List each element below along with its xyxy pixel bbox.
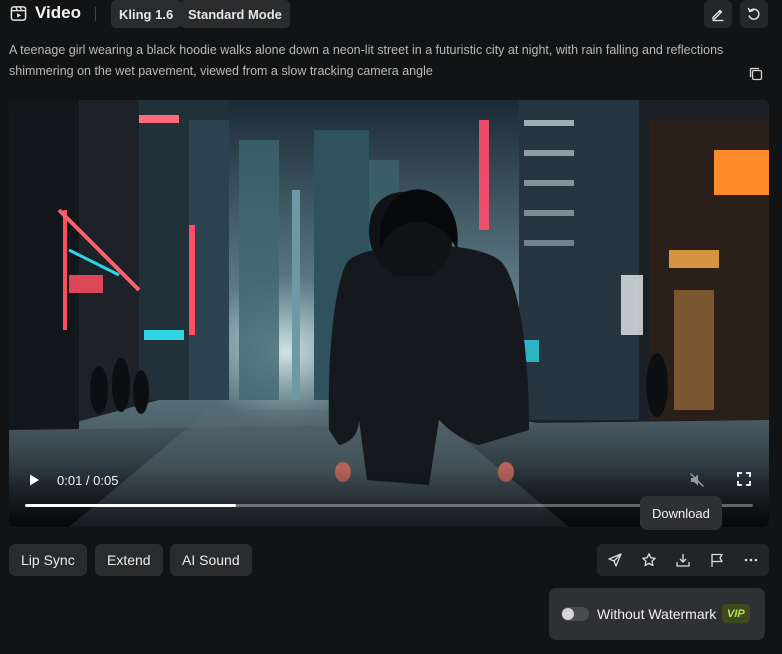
star-icon	[642, 553, 656, 567]
favorite-button[interactable]	[633, 544, 665, 576]
mode-chip[interactable]: Standard Mode	[180, 0, 290, 28]
mute-icon	[690, 473, 704, 487]
model-chip[interactable]: Kling 1.6	[111, 0, 182, 28]
header: Video Kling 1.6 Standard Mode	[0, 0, 782, 28]
watermark-label: Without Watermark	[597, 606, 717, 622]
video-frame	[9, 100, 769, 527]
fullscreen-button[interactable]	[737, 472, 751, 486]
video-player[interactable]: 0:01 / 0:05	[9, 100, 769, 527]
ai-sound-button[interactable]: AI Sound	[170, 544, 252, 576]
download-tooltip: Download	[640, 496, 722, 530]
edit-button[interactable]	[704, 0, 732, 28]
play-button[interactable]	[27, 472, 41, 488]
report-button[interactable]	[701, 544, 733, 576]
page-title: Video	[35, 3, 81, 22]
video-result-panel: Video Kling 1.6 Standard Mode A teenage …	[0, 0, 782, 654]
fullscreen-icon	[737, 472, 751, 486]
vip-badge: VIP	[722, 604, 750, 623]
toggle-knob	[562, 608, 574, 620]
undo-icon	[747, 7, 760, 20]
tool-bar	[597, 544, 769, 576]
video-icon	[10, 5, 27, 21]
download-button[interactable]	[667, 544, 699, 576]
header-divider	[95, 7, 96, 21]
progress-fill	[25, 504, 237, 507]
copy-icon	[749, 67, 763, 81]
share-button[interactable]	[599, 544, 631, 576]
more-button[interactable]	[735, 544, 767, 576]
more-icon	[744, 558, 758, 562]
extend-button[interactable]: Extend	[95, 544, 163, 576]
mute-button[interactable]	[689, 472, 705, 488]
time-display: 0:01 / 0:05	[57, 473, 119, 488]
undo-button[interactable]	[740, 0, 768, 28]
copy-prompt-button[interactable]	[748, 66, 764, 82]
send-icon	[608, 553, 622, 567]
flag-icon	[711, 553, 723, 567]
play-icon	[30, 474, 39, 486]
watermark-popover: Without Watermark VIP	[549, 588, 765, 640]
download-icon	[676, 554, 690, 567]
pencil-icon	[712, 9, 724, 22]
watermark-toggle[interactable]	[561, 607, 589, 621]
prompt-text: A teenage girl wearing a black hoodie wa…	[9, 43, 724, 78]
title-wrap: Video	[10, 3, 81, 23]
lip-sync-button[interactable]: Lip Sync	[9, 544, 87, 576]
